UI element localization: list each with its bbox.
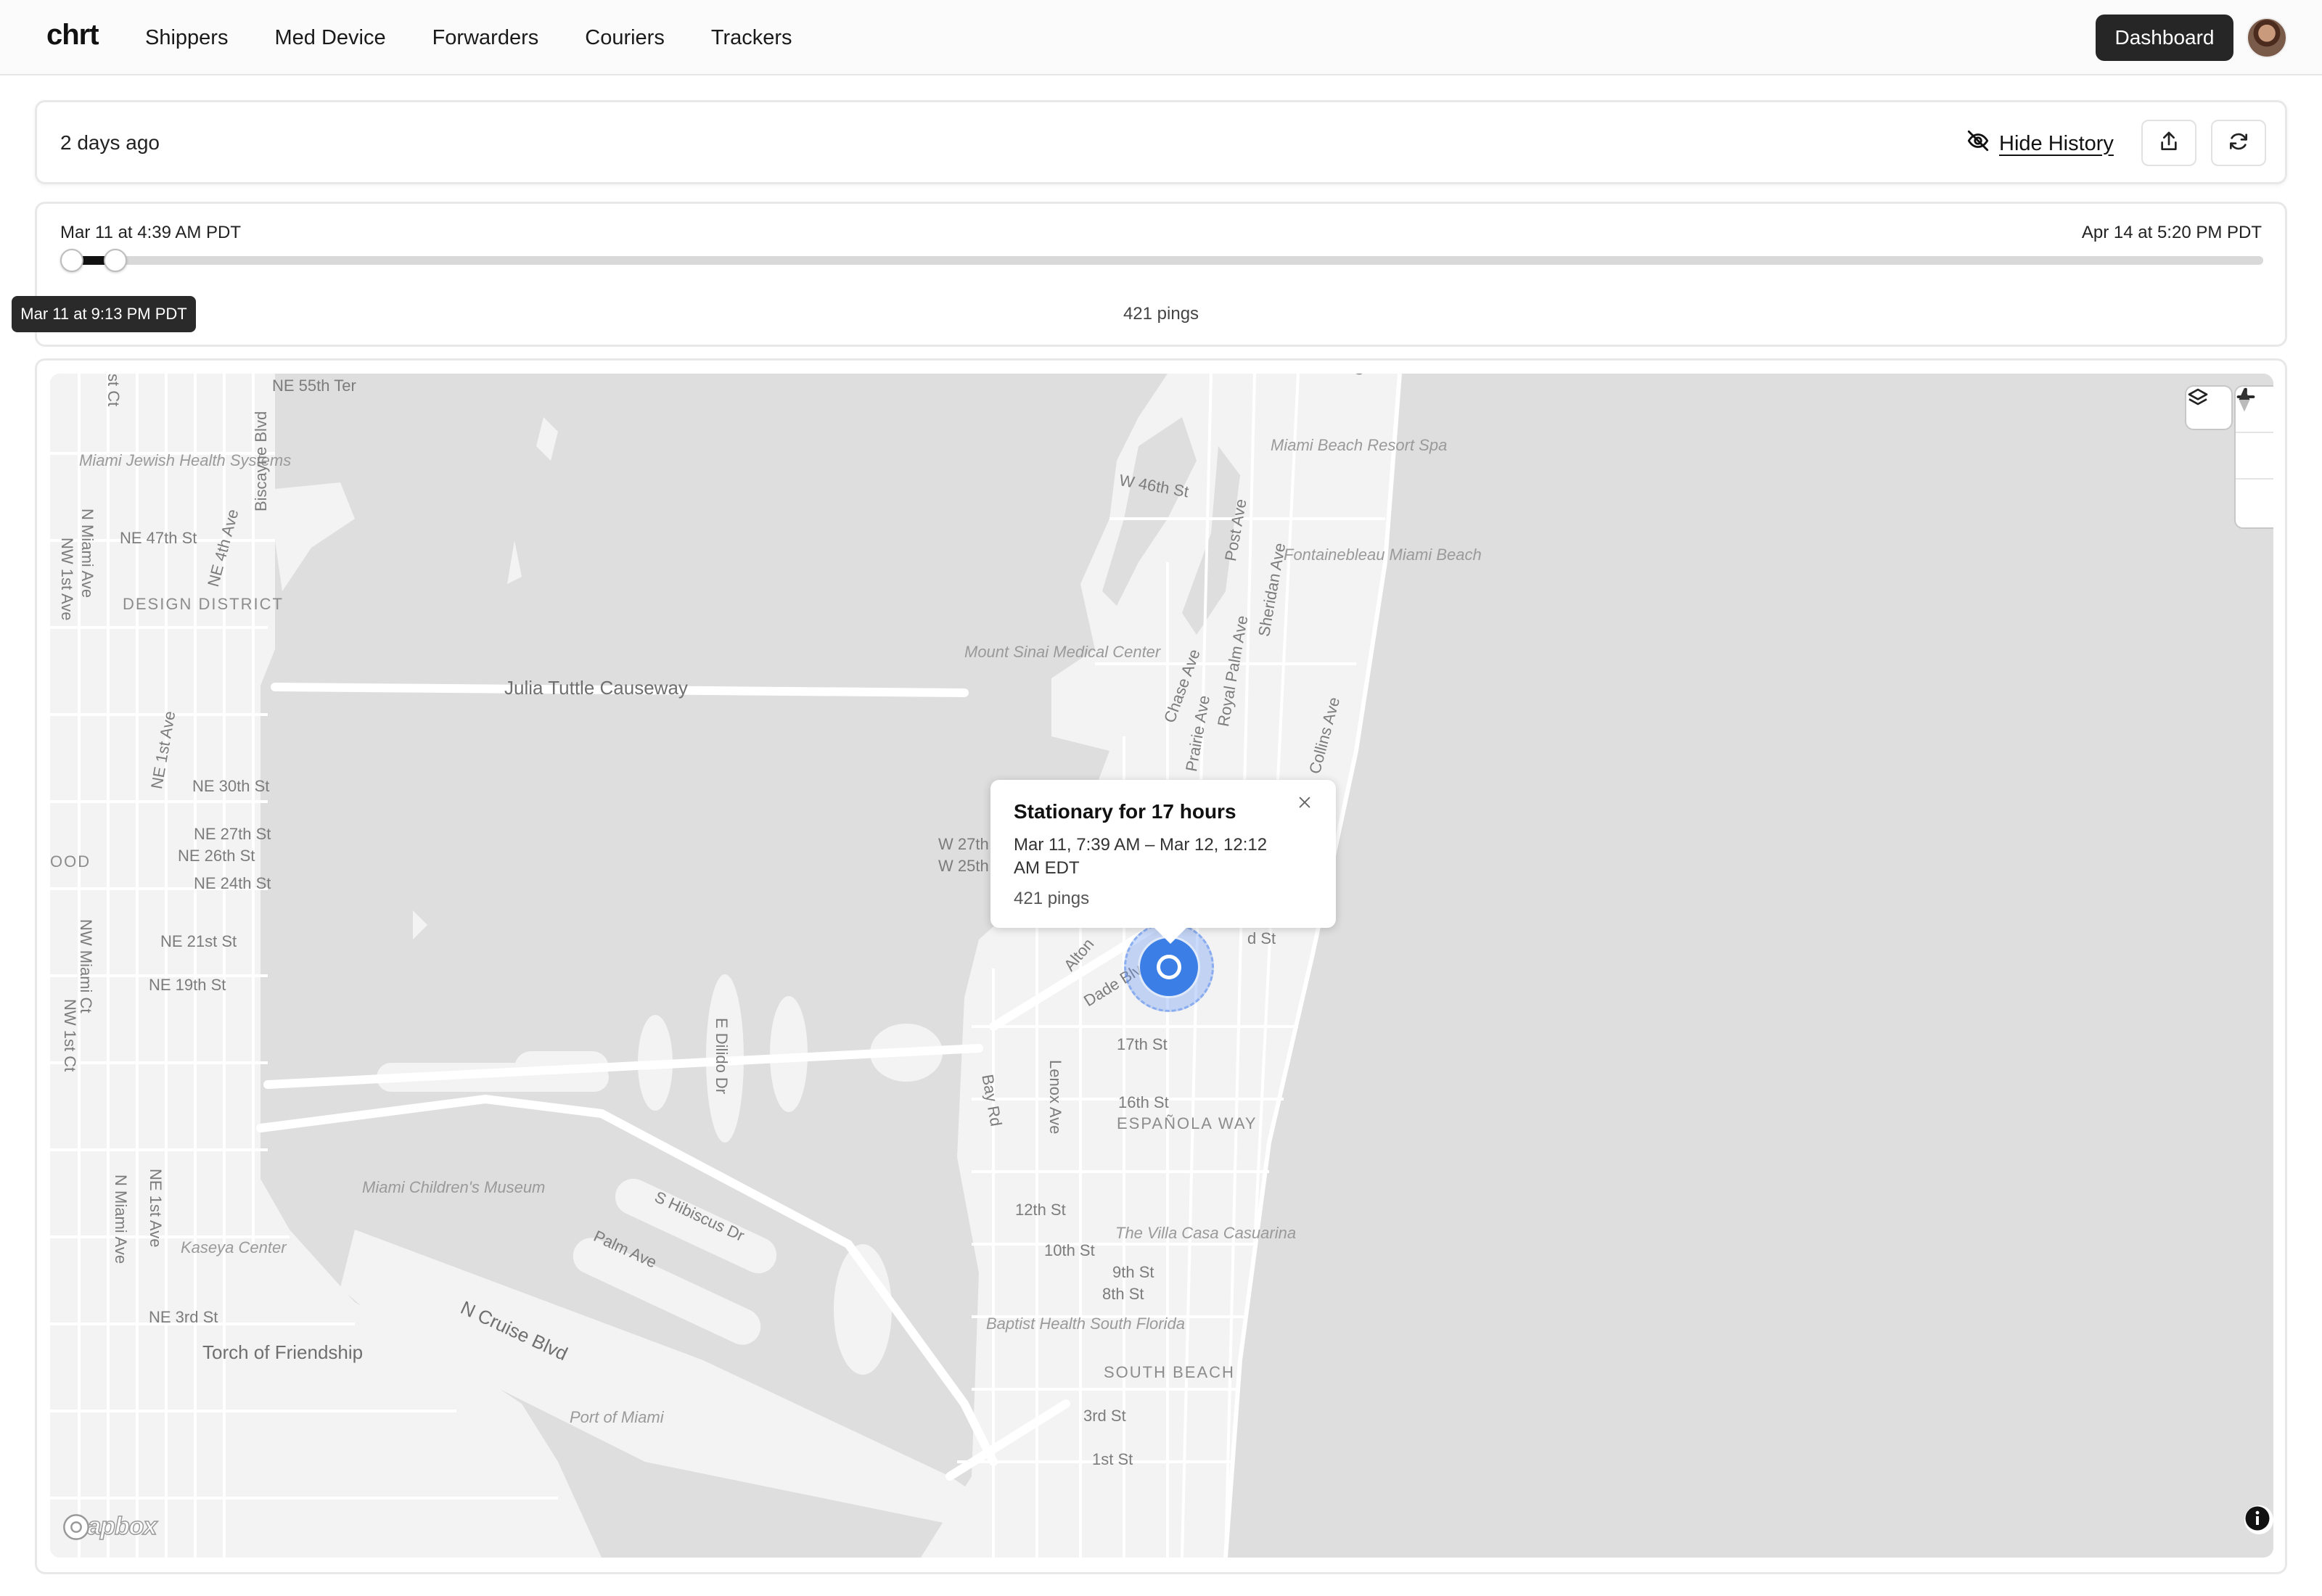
map-label: OOD xyxy=(50,852,91,871)
map-label: Biscayne Blvd xyxy=(252,411,270,511)
map-label: DESIGN DISTRICT xyxy=(123,595,284,613)
map-label: Miami Jewish Health Systems xyxy=(79,451,292,469)
reset-north-button[interactable] xyxy=(2236,387,2273,526)
map-label: 9th St xyxy=(1112,1263,1154,1281)
zoom-out-button[interactable] xyxy=(2236,395,2273,480)
map-label: d St xyxy=(1247,929,1276,947)
map-info-button[interactable] xyxy=(2244,1505,2273,1534)
map-label: Miami Children's Museum xyxy=(362,1178,546,1196)
main-nav: Shippers Med Device Forwarders Couriers … xyxy=(145,26,792,50)
location-marker-ring xyxy=(1157,955,1181,979)
share-icon xyxy=(2157,130,2181,157)
map-label: Port of Miami xyxy=(570,1408,664,1426)
map-card: NE 55th Ter st Ct Miami Jewish Health Sy… xyxy=(35,358,2287,1574)
map-zoom-controls xyxy=(2236,387,2273,527)
hide-history-label: Hide History xyxy=(1999,131,2114,155)
timeline-start-label: Mar 11 at 4:39 AM PDT xyxy=(60,223,241,242)
map-label: N Miami Ave xyxy=(112,1175,130,1264)
map-label: NE 47th St xyxy=(120,529,197,547)
map-label: NE 55th Ter xyxy=(272,377,356,395)
map-label: NE 1st Ave xyxy=(147,1169,165,1248)
nav-item-couriers[interactable]: Couriers xyxy=(585,26,665,50)
map-label: 12th St xyxy=(1015,1201,1066,1219)
user-avatar[interactable] xyxy=(2247,17,2287,58)
pings-count: 421 pings xyxy=(1123,304,1199,324)
map-label: Baptist Health South Florida xyxy=(986,1315,1185,1333)
map-label: 8th St xyxy=(1102,1285,1144,1303)
map-label: Julia Tuttle Causeway xyxy=(504,677,688,699)
map-label: NE 30th St xyxy=(192,777,270,795)
last-updated-text: 2 days ago xyxy=(60,131,160,154)
map-label: NW 1st Ct xyxy=(61,999,79,1072)
timeline-start-handle[interactable] xyxy=(60,249,83,272)
share-button[interactable] xyxy=(2141,120,2196,166)
refresh-button[interactable] xyxy=(2211,120,2266,166)
nav-item-forwarders[interactable]: Forwarders xyxy=(432,26,539,50)
timeline-slider-track[interactable] xyxy=(63,256,2263,265)
map-label: NE 3rd St xyxy=(149,1308,218,1326)
map-label: NE 19th St xyxy=(149,976,226,994)
map-layers-button[interactable] xyxy=(2186,387,2231,429)
top-navigation-bar: chrt Shippers Med Device Forwarders Cour… xyxy=(0,0,2322,75)
nav-item-med-device[interactable]: Med Device xyxy=(274,26,385,50)
popup-date-range: Mar 11, 7:39 AM – Mar 12, 12:12 AM EDT xyxy=(1014,835,1268,878)
map-label: 17th St xyxy=(1117,1035,1168,1053)
nav-item-trackers[interactable]: Trackers xyxy=(711,26,792,50)
dashboard-button[interactable]: Dashboard xyxy=(2096,15,2233,61)
map-label: Torch of Friendship xyxy=(202,1341,364,1363)
location-marker[interactable] xyxy=(1140,938,1198,996)
stationary-popup: Stationary for 17 hours Mar 11, 7:39 AM … xyxy=(990,780,1336,944)
map-label: NE 26th St xyxy=(178,847,255,865)
map-label: SOUTH BEACH xyxy=(1104,1363,1235,1381)
app-logo[interactable]: chrt xyxy=(46,19,99,52)
nav-item-shippers[interactable]: Shippers xyxy=(145,26,228,50)
history-header-card: 2 days ago Hide History xyxy=(35,100,2287,184)
map-label: Mount Sinai Medical Center xyxy=(964,643,1161,661)
timeline-end-label: Apr 14 at 5:20 PM PDT xyxy=(2081,223,2262,242)
timeline-end-handle[interactable] xyxy=(104,249,127,272)
map-label: 10th St xyxy=(1044,1241,1095,1259)
map-label: NW 1st Ave xyxy=(58,538,76,621)
map-label: Kaseya Center xyxy=(181,1238,287,1256)
map-canvas[interactable]: NE 55th Ter st Ct Miami Jewish Health Sy… xyxy=(50,374,2273,1558)
refresh-icon xyxy=(2227,130,2250,157)
map-label: NE 24th St xyxy=(194,874,271,892)
popup-title: Stationary for 17 hours xyxy=(1014,800,1236,823)
eye-off-icon xyxy=(1966,128,1990,159)
map-label: st Ct xyxy=(104,374,123,407)
map-label: ESPAÑOLA WAY xyxy=(1117,1114,1258,1132)
map-label: 3rd St xyxy=(1083,1407,1126,1425)
map-label: NE 27th St xyxy=(194,825,271,843)
map-label: The Villa Casa Casuarina xyxy=(1115,1224,1297,1242)
map-label: Lenox Ave xyxy=(1046,1060,1064,1135)
map-label: Fontainebleau Miami Beach xyxy=(1284,546,1482,564)
map-label: 1st St xyxy=(1092,1450,1133,1468)
map-label: E Dilido Dr xyxy=(713,1018,731,1095)
timeline-handle-tooltip: Mar 11 at 9:13 PM PDT xyxy=(12,296,196,332)
timeline-card: Mar 11 at 4:39 AM PDT Apr 14 at 5:20 PM … xyxy=(35,202,2287,347)
close-popup-button[interactable] xyxy=(1297,794,1318,816)
map-label: N Miami Ave xyxy=(78,509,97,598)
map-label: Miami Beach Resort Spa xyxy=(1271,436,1448,454)
popup-pings: 421 pings xyxy=(1014,889,1090,908)
mapbox-attribution[interactable]: mapbox xyxy=(62,1512,157,1541)
map-label: 16th St xyxy=(1118,1093,1169,1111)
map-label: NE 21st St xyxy=(160,932,237,950)
hide-history-button[interactable]: Hide History xyxy=(1966,128,2114,159)
